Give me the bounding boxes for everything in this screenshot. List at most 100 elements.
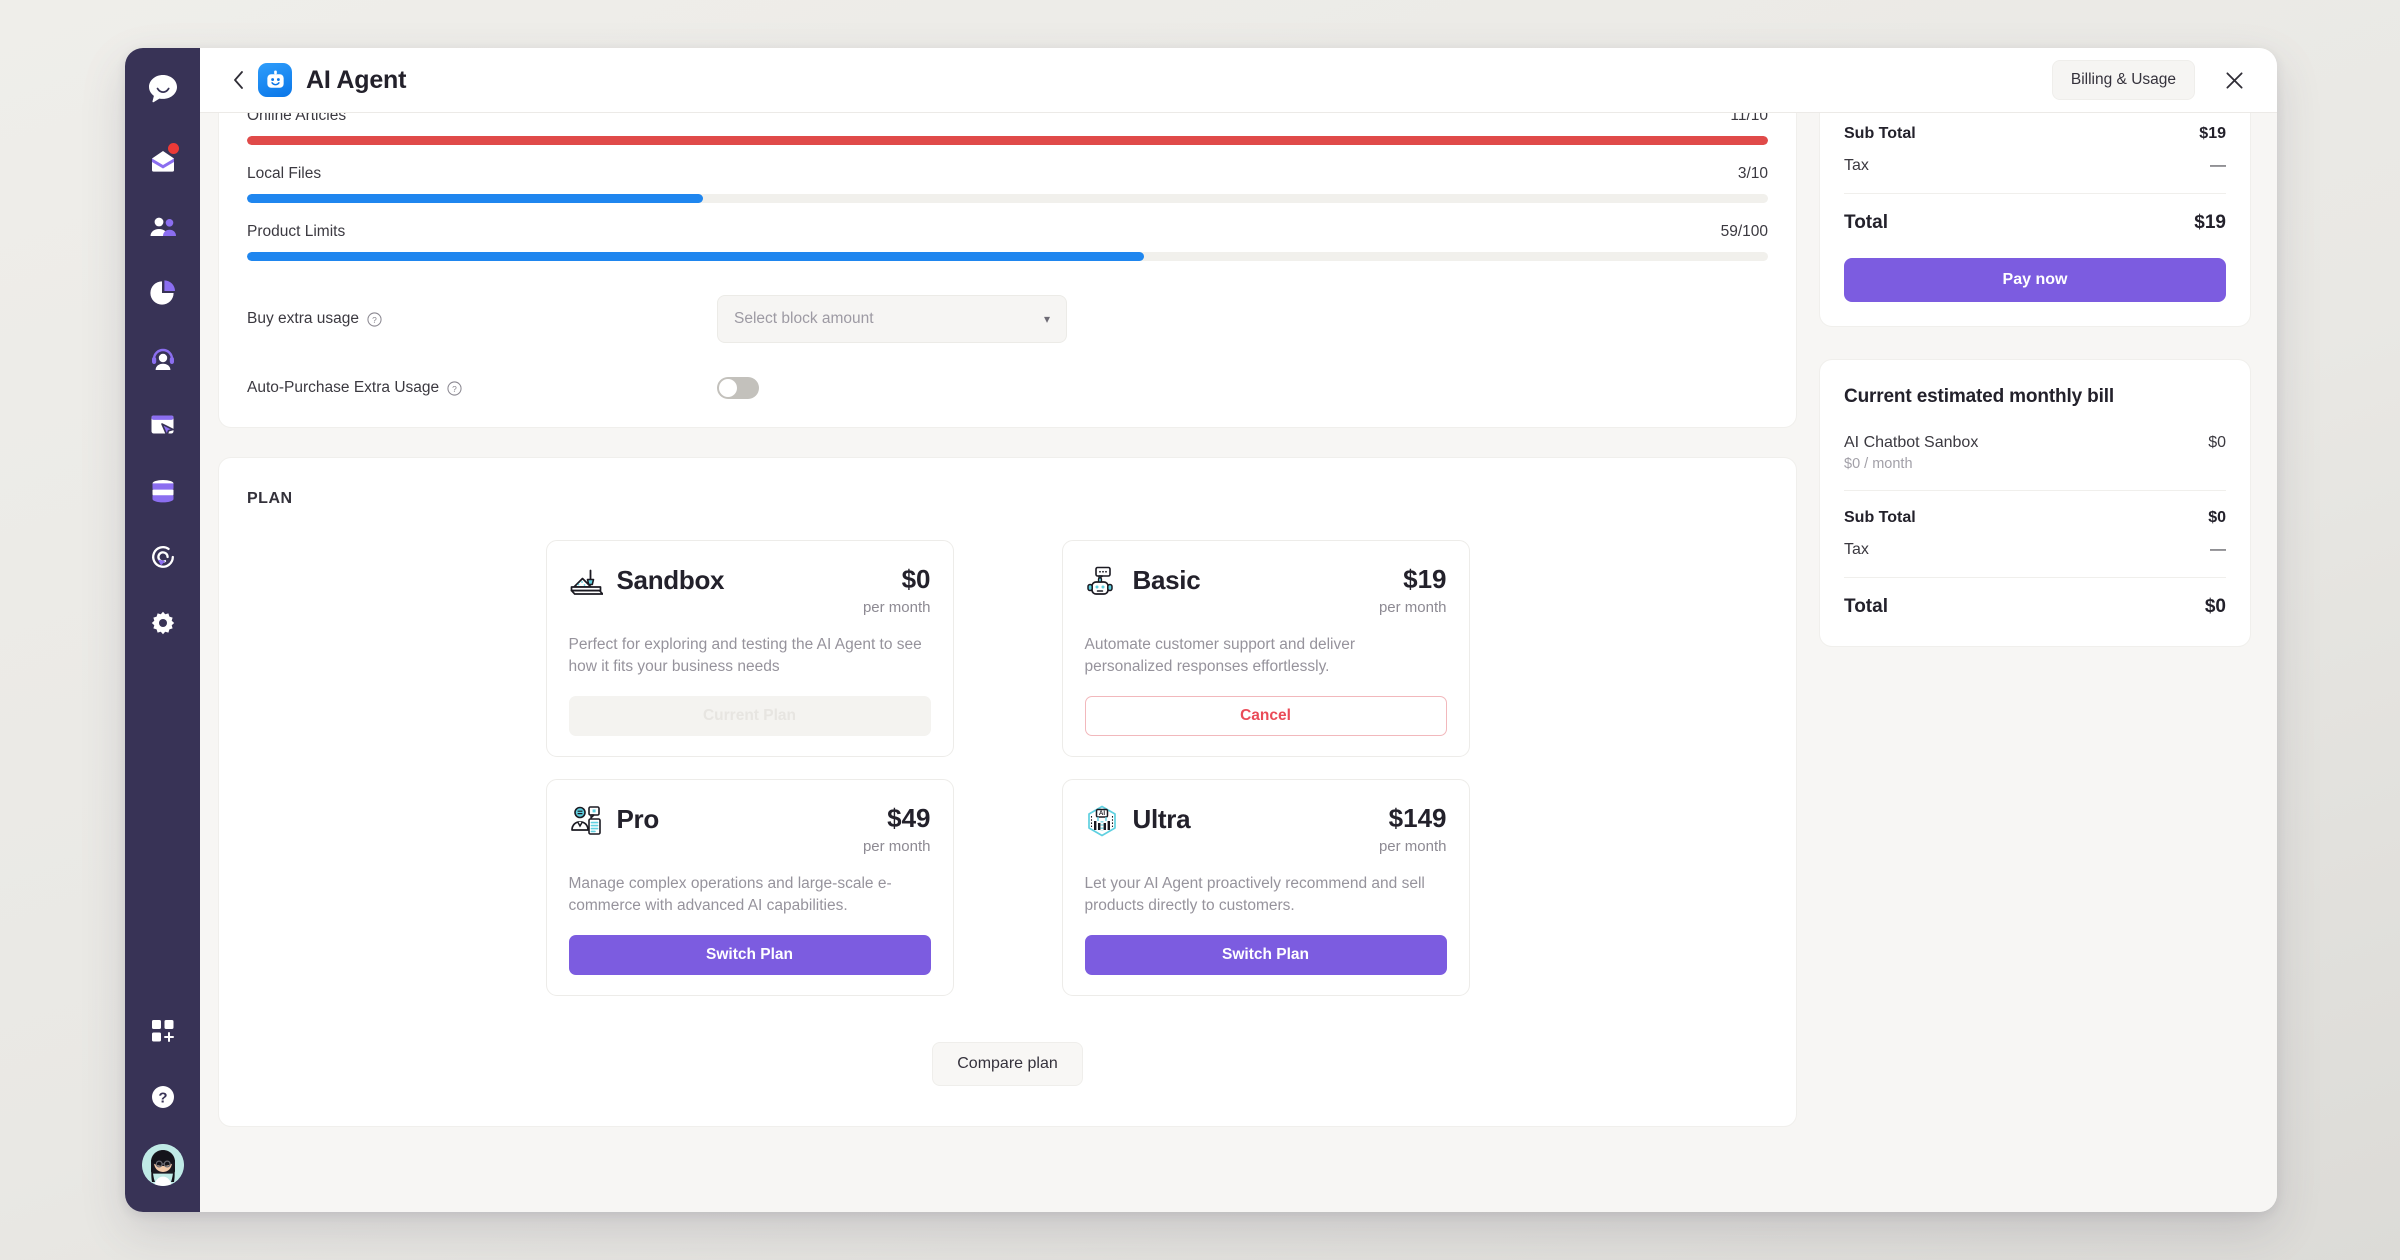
avatar[interactable] bbox=[141, 1144, 184, 1186]
usage-value: 59/100 bbox=[1720, 223, 1768, 240]
summary-tax-value: — bbox=[2210, 157, 2226, 174]
left-content-column: Online Articles 11/10 Local Files 3/10 P… bbox=[218, 113, 1797, 1212]
switch-plan-button-pro[interactable]: Switch Plan bbox=[568, 935, 931, 975]
progress-track bbox=[247, 252, 1768, 261]
bill-item-label: AI Chatbot Sanbox bbox=[1844, 434, 1979, 451]
close-button[interactable] bbox=[2217, 63, 2251, 97]
pay-now-button[interactable]: Pay now bbox=[1844, 258, 2226, 302]
bill-total-row: Total $0 bbox=[1844, 596, 2226, 618]
usage-value: 3/10 bbox=[1737, 165, 1768, 182]
scroll-content-area[interactable]: Online Articles 11/10 Local Files 3/10 P… bbox=[200, 113, 2277, 1212]
cancel-plan-button[interactable]: Cancel bbox=[1084, 696, 1447, 736]
plan-period: per month bbox=[1378, 599, 1447, 616]
summary-total-label: Total bbox=[1844, 212, 1888, 233]
robot-face-icon bbox=[258, 63, 292, 97]
progress-track bbox=[247, 136, 1768, 145]
sidebar-item-automation[interactable] bbox=[140, 534, 186, 580]
ai-cube-icon: AI bbox=[1085, 804, 1119, 838]
order-summary-card: Sub Total $19 Tax — Total $19 Pay now bbox=[1819, 113, 2251, 327]
plan-name: Pro bbox=[616, 804, 660, 834]
window-header: AI Agent Billing & Usage bbox=[200, 48, 2277, 113]
bill-item-sub: $0 / month bbox=[1844, 456, 1913, 472]
bill-sub-total-value: $0 bbox=[2208, 509, 2226, 526]
question-circle-icon[interactable]: ? bbox=[140, 1074, 186, 1120]
sandbox-shovel-icon bbox=[569, 565, 604, 599]
bill-item-value: $0 bbox=[2208, 434, 2226, 451]
bill-total-label: Total bbox=[1844, 596, 1888, 617]
usage-row: Local Files 3/10 bbox=[247, 145, 1768, 203]
usage-card: Online Articles 11/10 Local Files 3/10 P… bbox=[218, 113, 1797, 428]
divider bbox=[1844, 577, 2226, 578]
usage-row: Online Articles 11/10 bbox=[247, 113, 1768, 145]
usage-label: Local Files bbox=[247, 165, 322, 182]
summary-tax-row: Tax — bbox=[1844, 157, 2226, 175]
close-icon bbox=[2225, 71, 2243, 89]
chatbot-head-icon bbox=[1085, 565, 1119, 599]
svg-text:?: ? bbox=[158, 1090, 167, 1107]
bill-tax-label: Tax bbox=[1844, 541, 1869, 558]
plan-description: Perfect for exploring and testing the AI… bbox=[568, 636, 922, 675]
plan-section-title: PLAN bbox=[247, 490, 293, 507]
svg-text:AI: AI bbox=[1098, 810, 1104, 817]
summary-total-row: Total $19 bbox=[1844, 212, 2226, 234]
progress-fill bbox=[247, 252, 1145, 261]
compare-plan-button[interactable]: Compare plan bbox=[932, 1042, 1083, 1086]
help-circle-icon[interactable]: ? bbox=[447, 380, 462, 396]
select-block-amount[interactable]: Select block amount ▾ bbox=[717, 295, 1067, 343]
sidebar-item-campaigns[interactable] bbox=[140, 402, 186, 448]
divider bbox=[1844, 490, 2226, 491]
help-circle-icon[interactable]: ? bbox=[367, 311, 382, 327]
sidebar-item-inbox[interactable] bbox=[140, 138, 186, 184]
divider bbox=[1844, 193, 2226, 194]
buy-extra-usage-row: Buy extra usage ? Select block amount ▾ bbox=[247, 295, 1768, 343]
toggle-knob bbox=[719, 379, 737, 397]
sidebar-item-contacts[interactable] bbox=[140, 204, 186, 250]
plan-name: Basic bbox=[1132, 565, 1201, 595]
sidebar-item-data[interactable] bbox=[140, 468, 186, 514]
sidebar-item-agents[interactable] bbox=[140, 336, 186, 382]
plan-price: $149 bbox=[1388, 803, 1447, 833]
tab-billing-usage[interactable]: Billing & Usage bbox=[2051, 60, 2195, 100]
plan-card-ultra[interactable]: AI Ultra $149 per month Let your AI Agen… bbox=[1061, 779, 1470, 996]
sidebar-item-reports[interactable] bbox=[140, 270, 186, 316]
usage-value: 11/10 bbox=[1730, 113, 1768, 124]
progress-track bbox=[247, 194, 1768, 203]
summary-sub-total-value: $19 bbox=[2199, 125, 2226, 142]
svg-text:?: ? bbox=[452, 383, 457, 393]
bill-total-value: $0 bbox=[2204, 596, 2226, 617]
plan-price: $0 bbox=[901, 564, 931, 594]
auto-purchase-toggle[interactable] bbox=[717, 377, 759, 399]
auto-purchase-row: Auto-Purchase Extra Usage ? bbox=[247, 377, 1768, 399]
plan-price: $49 bbox=[887, 803, 931, 833]
chat-bubble-logo-icon[interactable] bbox=[140, 66, 186, 112]
plan-card-pro[interactable]: Pro $49 per month Manage complex operati… bbox=[545, 779, 954, 996]
bill-tax-value: — bbox=[2210, 541, 2226, 558]
switch-plan-button-ultra[interactable]: Switch Plan bbox=[1084, 935, 1447, 975]
page-title: AI Agent bbox=[306, 65, 407, 94]
bill-item-row: AI Chatbot Sanbox $0 bbox=[1844, 434, 2226, 452]
inbox-unread-badge bbox=[167, 143, 179, 154]
plan-card-basic[interactable]: Basic $19 per month Automate customer su… bbox=[1061, 540, 1470, 757]
bill-sub-total-label: Sub Total bbox=[1844, 509, 1916, 526]
estimated-bill-title: Current estimated monthly bill bbox=[1844, 386, 2114, 407]
back-button[interactable] bbox=[224, 66, 252, 94]
summary-sub-total-row: Sub Total $19 bbox=[1844, 113, 2226, 143]
plan-description: Manage complex operations and large-scal… bbox=[568, 875, 892, 914]
billing-usage-window: ? AI Agent Billing & Usage Online Articl… bbox=[125, 48, 2277, 1212]
apps-add-icon[interactable] bbox=[140, 1008, 186, 1054]
plan-period: per month bbox=[1378, 838, 1447, 855]
summary-tax-label: Tax bbox=[1844, 157, 1869, 174]
chevron-down-icon: ▾ bbox=[1043, 312, 1050, 326]
plan-period: per month bbox=[862, 599, 931, 616]
plan-price: $19 bbox=[1403, 564, 1447, 594]
sidebar-item-settings[interactable] bbox=[140, 600, 186, 646]
usage-label: Online Articles bbox=[247, 113, 347, 124]
plan-card-sandbox[interactable]: Sandbox $0 per month Perfect for explori… bbox=[545, 540, 954, 757]
bill-sub-total-row: Sub Total $0 bbox=[1844, 509, 2226, 527]
buy-extra-usage-text: Buy extra usage bbox=[247, 310, 360, 327]
main-column: AI Agent Billing & Usage Online Articles bbox=[200, 48, 2277, 1212]
plan-grid: Sandbox $0 per month Perfect for explori… bbox=[247, 540, 1768, 996]
auto-purchase-label: Auto-Purchase Extra Usage ? bbox=[247, 379, 717, 397]
plan-description: Let your AI Agent proactively recommend … bbox=[1084, 875, 1425, 914]
select-placeholder-text: Select block amount bbox=[734, 310, 874, 327]
